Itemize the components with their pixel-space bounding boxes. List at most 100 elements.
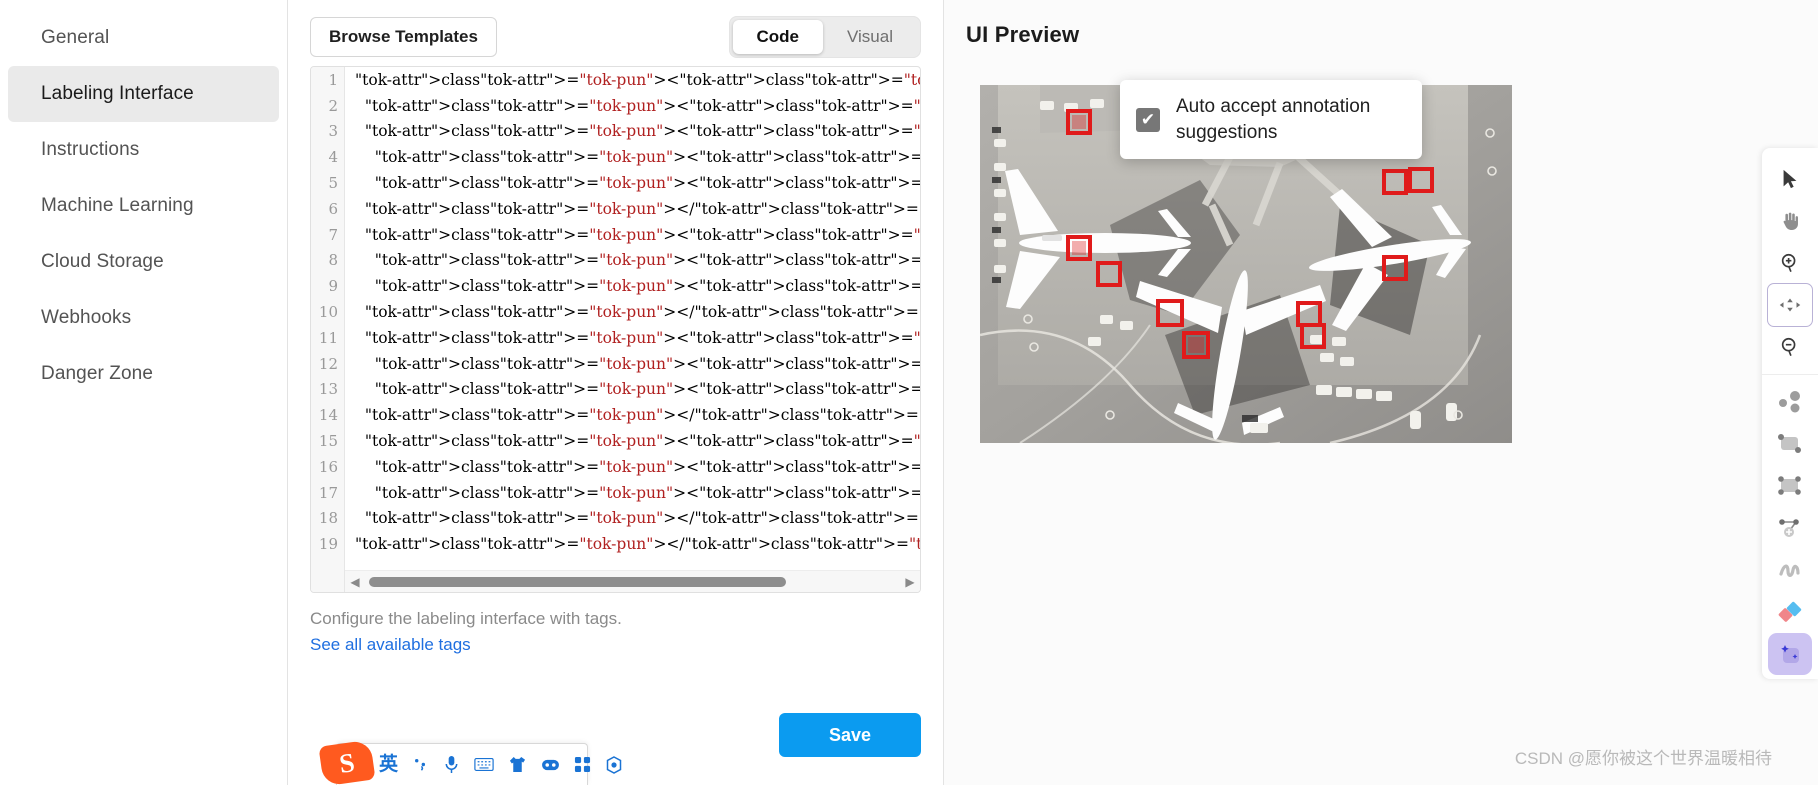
sidebar-item-labeling-interface[interactable]: Labeling Interface	[8, 66, 279, 122]
code-line: 12 "tok-attr">class"tok-attr">="tok-pun"…	[311, 351, 920, 377]
toolbar-divider	[1762, 374, 1818, 375]
editor-mode-toggle[interactable]: Code Visual	[728, 16, 921, 58]
line-number: 1	[328, 70, 338, 89]
line-number: 15	[318, 432, 338, 451]
code-line: 19 "tok-attr">class"tok-attr">="tok-pun">…	[311, 531, 920, 557]
code-line-content: "tok-attr">class"tok-attr">="tok-pun"><"…	[374, 277, 920, 296]
line-number: 9	[328, 277, 338, 296]
line-number: 14	[318, 406, 338, 425]
code-line: 14 "tok-attr">class"tok-attr">="tok-pun"…	[311, 402, 920, 428]
sidebar-item-general[interactable]: General	[8, 10, 279, 66]
code-line-content: "tok-attr">class"tok-attr">="tok-pun"><"…	[374, 174, 920, 193]
scroll-right-arrow[interactable]: ▶	[900, 575, 920, 589]
code-line: 10 "tok-attr">class"tok-attr">="tok-pun"…	[311, 299, 920, 325]
settings-page: General Labeling Interface Instructions …	[0, 0, 1818, 785]
code-line: 16 "tok-attr">class"tok-attr">="tok-pun"…	[311, 454, 920, 480]
line-number: 10	[318, 303, 338, 322]
hand-icon[interactable]	[1768, 200, 1812, 242]
code-line: 1 "tok-attr">class"tok-attr">="tok-pun"><…	[311, 67, 920, 93]
code-line: 2 "tok-attr">class"tok-attr">="tok-pun">…	[311, 93, 920, 119]
code-line: 11 "tok-attr">class"tok-attr">="tok-pun"…	[311, 325, 920, 351]
available-tags-link[interactable]: See all available tags	[310, 635, 921, 655]
auto-accept-tooltip[interactable]: ✔ Auto accept annotation suggestions	[1120, 80, 1422, 160]
code-line: 3 "tok-attr">class"tok-attr">="tok-pun">…	[311, 119, 920, 145]
annotation-toolbar	[1762, 148, 1818, 679]
brush-icon[interactable]	[1768, 549, 1812, 591]
rectangle-icon[interactable]	[1768, 423, 1812, 465]
sidebar-item-danger-zone[interactable]: Danger Zone	[8, 346, 279, 402]
apps-icon[interactable]	[574, 756, 591, 773]
code-line: 17 "tok-attr">class"tok-attr">="tok-pun"…	[311, 480, 920, 506]
code-line: 9 "tok-attr">class"tok-attr">="tok-pun">…	[311, 273, 920, 299]
microphone-icon[interactable]	[443, 755, 460, 774]
magic-wand-icon[interactable]	[1768, 633, 1812, 675]
line-number: 16	[318, 457, 338, 476]
line-number: 17	[318, 483, 338, 502]
code-line: 15 "tok-attr">class"tok-attr">="tok-pun"…	[311, 428, 920, 454]
code-line-content: "tok-attr">class"tok-attr">="tok-pun"><"…	[374, 354, 920, 373]
line-number: 7	[328, 225, 338, 244]
code-line-content: "tok-attr">class"tok-attr">="tok-pun"><"…	[374, 251, 920, 270]
toolbox-icon[interactable]	[541, 757, 560, 772]
tab-code[interactable]: Code	[732, 20, 823, 54]
scroll-left-arrow[interactable]: ◀	[345, 575, 365, 589]
code-line-content: "tok-attr">class"tok-attr">="tok-pun"><"…	[374, 148, 920, 167]
settings-icon[interactable]	[605, 755, 623, 774]
sidebar-item-webhooks[interactable]: Webhooks	[8, 290, 279, 346]
code-line-content: "tok-attr">class"tok-attr">="tok-pun"><"…	[364, 96, 920, 115]
fit-to-screen-icon[interactable]	[1767, 283, 1813, 327]
line-number: 11	[318, 328, 338, 347]
polyline-add-icon[interactable]	[1768, 507, 1812, 549]
code-line-content: "tok-attr">class"tok-attr">="tok-pun"><"…	[355, 70, 920, 89]
code-line-content: "tok-attr">class"tok-attr">="tok-pun"><"…	[374, 380, 920, 399]
zoom-out-icon[interactable]	[1768, 326, 1812, 368]
xml-code-editor[interactable]: 1 "tok-attr">class"tok-attr">="tok-pun"><…	[310, 66, 921, 593]
sidebar-item-label: Cloud Storage	[41, 251, 164, 272]
code-line: 8 "tok-attr">class"tok-attr">="tok-pun">…	[311, 248, 920, 274]
line-number: 12	[318, 354, 338, 373]
sidebar-item-label: Labeling Interface	[41, 83, 194, 104]
sidebar-item-label: Instructions	[41, 139, 140, 160]
scrollbar-track[interactable]	[365, 571, 900, 593]
ime-toolbar[interactable]: S 英	[318, 739, 622, 785]
pointer-icon[interactable]	[1768, 158, 1812, 200]
code-line-content: "tok-attr">class"tok-attr">="tok-pun"><"…	[364, 122, 920, 141]
code-line-content: "tok-attr">class"tok-attr">="tok-pun"><"…	[364, 328, 920, 347]
keyboard-icon[interactable]	[474, 757, 494, 772]
sidebar-item-cloud-storage[interactable]: Cloud Storage	[8, 234, 279, 290]
eraser-icon[interactable]	[1768, 591, 1812, 633]
ime-mode-label[interactable]: 英	[379, 755, 398, 774]
code-lines[interactable]: 1 "tok-attr">class"tok-attr">="tok-pun"><…	[311, 67, 920, 570]
polygon-rect-icon[interactable]	[1768, 465, 1812, 507]
sogou-logo-icon[interactable]: S	[318, 739, 376, 785]
punctuation-icon[interactable]	[412, 756, 429, 773]
scrollbar-thumb[interactable]	[369, 576, 787, 587]
code-line: 6 "tok-attr">class"tok-attr">="tok-pun">…	[311, 196, 920, 222]
auto-accept-label: Auto accept annotation suggestions	[1176, 96, 1371, 143]
line-number: 19	[318, 535, 338, 554]
browse-templates-button[interactable]: Browse Templates	[310, 17, 497, 57]
line-number: 3	[328, 122, 338, 141]
skin-icon[interactable]	[508, 756, 527, 773]
code-line-content: "tok-attr">class"tok-attr">="tok-pun"></…	[364, 199, 920, 218]
keypoints-icon[interactable]	[1768, 381, 1812, 423]
code-line-content: "tok-attr">class"tok-attr">="tok-pun"></…	[364, 509, 920, 528]
auto-accept-checkbox[interactable]: ✔	[1136, 107, 1160, 132]
code-line: 4 "tok-attr">class"tok-attr">="tok-pun">…	[311, 144, 920, 170]
sidebar-item-machine-learning[interactable]: Machine Learning	[8, 178, 279, 234]
line-number: 6	[328, 199, 338, 218]
code-line: 7 "tok-attr">class"tok-attr">="tok-pun">…	[311, 222, 920, 248]
tab-visual[interactable]: Visual	[823, 20, 917, 54]
save-button[interactable]: Save	[779, 713, 921, 757]
config-hint-text: Configure the labeling interface with ta…	[310, 609, 622, 628]
code-line-content: "tok-attr">class"tok-attr">="tok-pun"><"…	[374, 483, 920, 502]
zoom-in-icon[interactable]	[1768, 242, 1812, 284]
editor-horizontal-scrollbar[interactable]: ◀ ▶	[345, 570, 920, 592]
code-line-content: "tok-attr">class"tok-attr">="tok-pun"></…	[364, 406, 920, 425]
code-line: 18 "tok-attr">class"tok-attr">="tok-pun"…	[311, 506, 920, 532]
code-line-content: "tok-attr">class"tok-attr">="tok-pun"><"…	[374, 457, 920, 476]
code-line-content: "tok-attr">class"tok-attr">="tok-pun"></…	[355, 535, 920, 554]
sidebar-item-instructions[interactable]: Instructions	[8, 122, 279, 178]
sidebar-item-label: General	[41, 27, 110, 48]
preview-title: UI Preview	[966, 22, 1080, 47]
